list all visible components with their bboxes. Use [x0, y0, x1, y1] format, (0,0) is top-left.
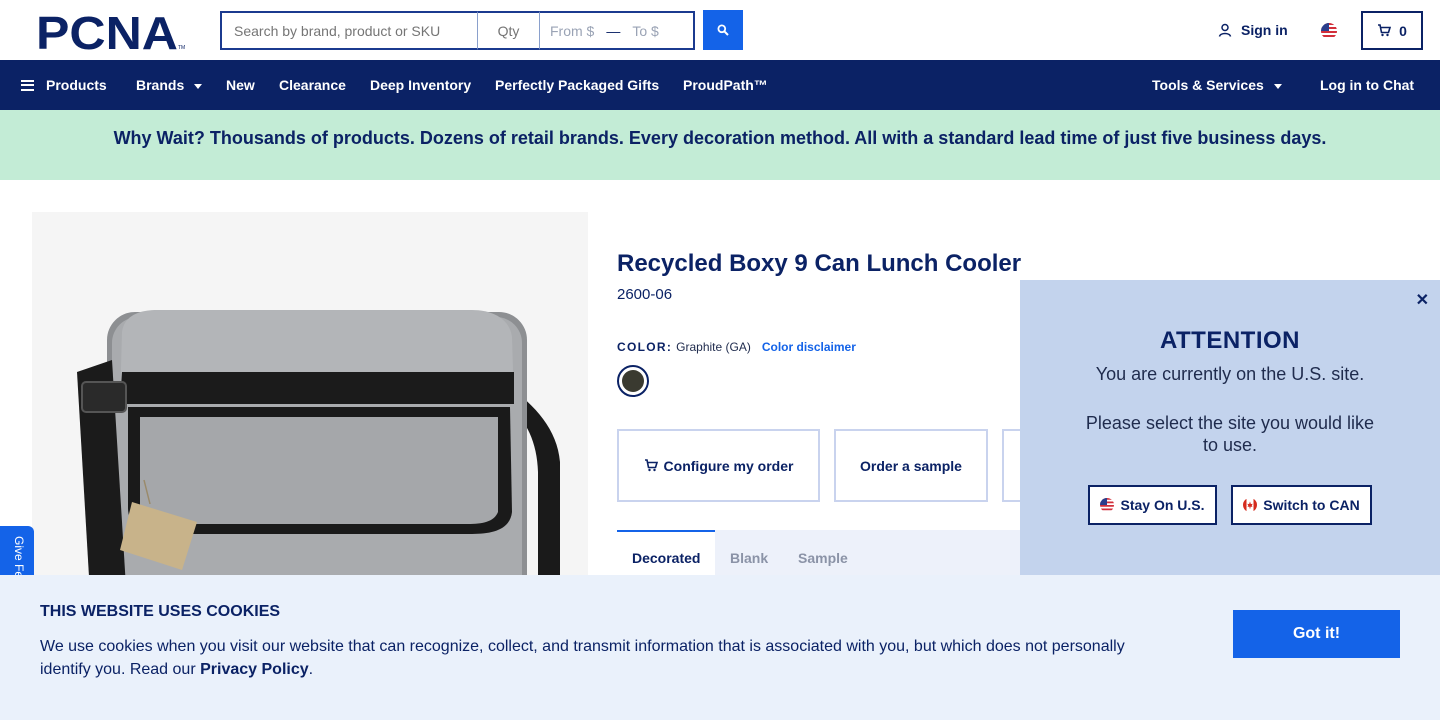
product-title: Recycled Boxy 9 Can Lunch Cooler	[617, 250, 1022, 277]
search-icon	[717, 24, 729, 36]
order-sample-label: Order a sample	[860, 457, 962, 474]
canada-flag-icon	[1243, 498, 1258, 512]
region-select-popup: ✕ ATTENTION You are currently on the U.S…	[1020, 280, 1440, 575]
nav-brands[interactable]: Brands	[136, 77, 203, 93]
color-row: COLOR: Graphite (GA) Color disclaimer	[617, 340, 856, 354]
tab-decorated[interactable]: Decorated	[632, 550, 700, 566]
cookie-accept-button[interactable]: Got it!	[1233, 610, 1400, 658]
price-to-input[interactable]: To $	[632, 23, 658, 39]
nav-products-label: Products	[46, 77, 107, 93]
color-swatch-selected[interactable]	[617, 365, 649, 397]
svg-text:TM: TM	[178, 45, 185, 51]
nav-products[interactable]: Products	[21, 77, 107, 93]
cart-icon	[1378, 24, 1392, 37]
search-input[interactable]	[220, 11, 478, 50]
svg-text:PCNA: PCNA	[36, 11, 178, 51]
qty-input[interactable]	[478, 11, 540, 50]
nav-deep-inventory[interactable]: Deep Inventory	[370, 77, 471, 93]
nav-gifts[interactable]: Perfectly Packaged Gifts	[495, 77, 659, 93]
price-range: From $ — To $	[540, 11, 695, 50]
promo-banner: Why Wait? Thousands of products. Dozens …	[0, 110, 1440, 180]
search-button[interactable]	[703, 10, 743, 50]
popup-instruction: Please select the site you would like to…	[1085, 413, 1375, 455]
switch-can-button[interactable]: Switch to CAN	[1231, 485, 1372, 525]
search-bar: From $ — To $	[220, 11, 695, 50]
nav-chat-login[interactable]: Log in to Chat	[1320, 77, 1414, 93]
privacy-policy-link[interactable]: Privacy Policy	[200, 661, 309, 678]
nav-proudpath[interactable]: ProudPath™	[683, 77, 768, 93]
close-icon[interactable]: ✕	[1416, 290, 1429, 310]
chevron-down-icon	[1273, 83, 1282, 89]
cookie-banner: THIS WEBSITE USES COOKIES We use cookies…	[0, 575, 1440, 720]
us-flag-icon	[1100, 498, 1115, 512]
nav-clearance[interactable]: Clearance	[279, 77, 346, 93]
tab-sample[interactable]: Sample	[798, 550, 848, 566]
nav-new[interactable]: New	[226, 77, 255, 93]
cookie-period: .	[308, 661, 314, 678]
sign-in-label: Sign in	[1241, 22, 1288, 38]
chevron-down-icon	[194, 83, 203, 89]
user-icon	[1218, 23, 1232, 37]
price-from-input[interactable]: From $	[550, 23, 594, 39]
color-label: COLOR:	[617, 340, 673, 354]
sign-in-link[interactable]: Sign in	[1218, 22, 1288, 38]
menu-icon	[21, 79, 34, 91]
configure-order-label: Configure my order	[663, 457, 794, 474]
product-sku: 2600-06	[617, 286, 673, 303]
stay-us-button[interactable]: Stay On U.S.	[1088, 485, 1217, 525]
promo-text: Why Wait? Thousands of products. Dozens …	[113, 127, 1327, 148]
tab-blank[interactable]: Blank	[730, 550, 768, 566]
nav-tools-services[interactable]: Tools & Services	[1152, 77, 1282, 93]
cookie-text: We use cookies when you visit our websit…	[40, 635, 1140, 681]
color-disclaimer-link[interactable]: Color disclaimer	[762, 340, 856, 354]
cart-icon	[644, 459, 658, 472]
cart-button[interactable]: 0	[1361, 11, 1423, 50]
nav-tools-label: Tools & Services	[1152, 77, 1264, 93]
cart-count: 0	[1399, 22, 1407, 39]
range-separator: —	[606, 22, 621, 39]
color-value: Graphite (GA)	[676, 340, 751, 354]
top-header: PCNA TM From $ — To $ Sign in	[0, 0, 1440, 60]
switch-can-label: Switch to CAN	[1263, 497, 1360, 513]
us-flag-icon[interactable]	[1321, 23, 1337, 39]
graphite-swatch	[622, 370, 644, 392]
order-sample-button[interactable]: Order a sample	[834, 429, 988, 502]
popup-current-site: You are currently on the U.S. site.	[1095, 364, 1365, 384]
stay-us-label: Stay On U.S.	[1120, 497, 1205, 513]
pcna-logo[interactable]: PCNA TM	[36, 11, 186, 51]
nav-brands-label: Brands	[136, 77, 185, 93]
configure-order-button[interactable]: Configure my order	[617, 429, 820, 502]
popup-title: ATTENTION	[1159, 327, 1301, 354]
cookie-title: THIS WEBSITE USES COOKIES	[40, 603, 281, 620]
main-nav: Products Brands New Clearance Deep Inven…	[0, 60, 1440, 110]
